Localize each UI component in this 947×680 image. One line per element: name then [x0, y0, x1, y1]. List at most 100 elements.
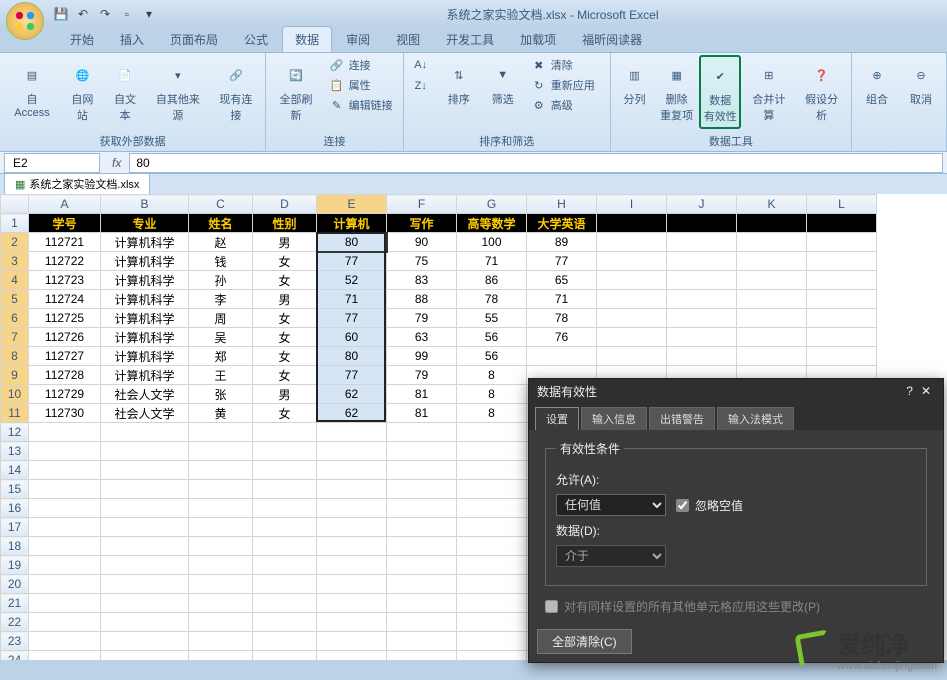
remove-duplicates-button[interactable]: ▦删除 重复项 [656, 55, 697, 127]
cell[interactable]: 8 [457, 404, 527, 423]
cell[interactable]: 钱 [189, 252, 253, 271]
cell[interactable] [189, 556, 253, 575]
row-header[interactable]: 18 [1, 537, 29, 556]
cell[interactable] [101, 480, 189, 499]
tab-审阅[interactable]: 审阅 [334, 27, 382, 52]
undo-icon[interactable]: ↶ [74, 5, 92, 23]
cell[interactable] [667, 347, 737, 366]
cell[interactable] [387, 594, 457, 613]
dialog-titlebar[interactable]: 数据有效性 ? ✕ [529, 379, 943, 403]
external-data-button[interactable]: 📄自文本 [105, 55, 146, 127]
cell[interactable]: 计算机科学 [101, 309, 189, 328]
cell[interactable] [597, 252, 667, 271]
cell[interactable]: 郑 [189, 347, 253, 366]
cell[interactable] [387, 537, 457, 556]
external-data-button[interactable]: 🌐自网站 [62, 55, 103, 127]
cell[interactable] [457, 480, 527, 499]
cell[interactable] [101, 556, 189, 575]
cell[interactable] [387, 556, 457, 575]
col-header[interactable]: K [737, 195, 807, 214]
row-header[interactable]: 21 [1, 594, 29, 613]
cell[interactable]: 56 [457, 347, 527, 366]
close-icon[interactable]: ✕ [917, 384, 935, 398]
header-cell[interactable]: 姓名 [189, 214, 253, 233]
ignore-blank-checkbox[interactable] [676, 499, 689, 512]
cell[interactable]: 112730 [29, 404, 101, 423]
cell[interactable] [189, 575, 253, 594]
refresh-all-button[interactable]: 🔄 全部刷新 [270, 55, 321, 127]
cell[interactable] [29, 461, 101, 480]
cell[interactable]: 李 [189, 290, 253, 309]
col-header[interactable]: H [527, 195, 597, 214]
cell[interactable] [667, 252, 737, 271]
external-data-button[interactable]: 🔗现有连接 [210, 55, 261, 127]
cell[interactable] [737, 233, 807, 252]
cell[interactable] [667, 328, 737, 347]
cell[interactable] [667, 233, 737, 252]
cell[interactable] [737, 328, 807, 347]
cell[interactable]: 79 [387, 309, 457, 328]
cell[interactable] [457, 537, 527, 556]
cell[interactable] [189, 442, 253, 461]
cell[interactable] [597, 347, 667, 366]
cell[interactable] [387, 442, 457, 461]
cell[interactable] [317, 518, 387, 537]
cell[interactable]: 吴 [189, 328, 253, 347]
cell[interactable]: 100 [457, 233, 527, 252]
cell[interactable]: 55 [457, 309, 527, 328]
cell[interactable]: 112729 [29, 385, 101, 404]
cell[interactable]: 62 [317, 404, 387, 423]
cell[interactable]: 计算机科学 [101, 271, 189, 290]
filter-small-button[interactable]: ⚙高级 [526, 95, 606, 115]
select-all-cell[interactable] [1, 195, 29, 214]
header-cell[interactable] [737, 214, 807, 233]
cell[interactable] [317, 651, 387, 661]
col-header[interactable]: F [387, 195, 457, 214]
cell[interactable] [317, 480, 387, 499]
cell[interactable]: 112721 [29, 233, 101, 252]
cell[interactable] [189, 480, 253, 499]
redo-icon[interactable]: ↷ [96, 5, 114, 23]
dialog-tab[interactable]: 输入法模式 [717, 407, 794, 430]
tab-公式[interactable]: 公式 [232, 27, 280, 52]
cell[interactable] [253, 499, 317, 518]
cell[interactable]: 计算机科学 [101, 347, 189, 366]
cell[interactable]: 黄 [189, 404, 253, 423]
cell[interactable]: 75 [387, 252, 457, 271]
cell[interactable]: 男 [253, 290, 317, 309]
row-header[interactable]: 14 [1, 461, 29, 480]
cell[interactable] [457, 632, 527, 651]
cell[interactable] [457, 461, 527, 480]
dialog-tab[interactable]: 输入信息 [581, 407, 647, 430]
cell[interactable]: 81 [387, 385, 457, 404]
cell[interactable] [457, 423, 527, 442]
row-header[interactable]: 20 [1, 575, 29, 594]
connection-small-button[interactable]: 🔗连接 [324, 55, 399, 75]
cell[interactable] [29, 594, 101, 613]
header-cell[interactable]: 大学英语 [527, 214, 597, 233]
new-icon[interactable]: ▫ [118, 5, 136, 23]
cell[interactable]: 女 [253, 347, 317, 366]
cell[interactable] [387, 575, 457, 594]
allow-select[interactable]: 任何值 [556, 494, 666, 516]
cell[interactable] [29, 423, 101, 442]
tab-开始[interactable]: 开始 [58, 27, 106, 52]
row-header[interactable]: 19 [1, 556, 29, 575]
data-validation-button[interactable]: ✔数据 有效性 [699, 55, 742, 129]
row-header[interactable]: 1 [1, 214, 29, 233]
cell[interactable] [189, 632, 253, 651]
tab-视图[interactable]: 视图 [384, 27, 432, 52]
cell[interactable]: 女 [253, 328, 317, 347]
cell[interactable]: 71 [317, 290, 387, 309]
cell[interactable]: 男 [253, 385, 317, 404]
cell[interactable]: 83 [387, 271, 457, 290]
cell[interactable] [253, 575, 317, 594]
cell[interactable]: 计算机科学 [101, 233, 189, 252]
cell[interactable]: 计算机科学 [101, 290, 189, 309]
cell[interactable]: 张 [189, 385, 253, 404]
row-header[interactable]: 8 [1, 347, 29, 366]
cell[interactable] [807, 252, 877, 271]
dialog-tab[interactable]: 出错警告 [649, 407, 715, 430]
cell[interactable]: 79 [387, 366, 457, 385]
cell[interactable]: 112722 [29, 252, 101, 271]
